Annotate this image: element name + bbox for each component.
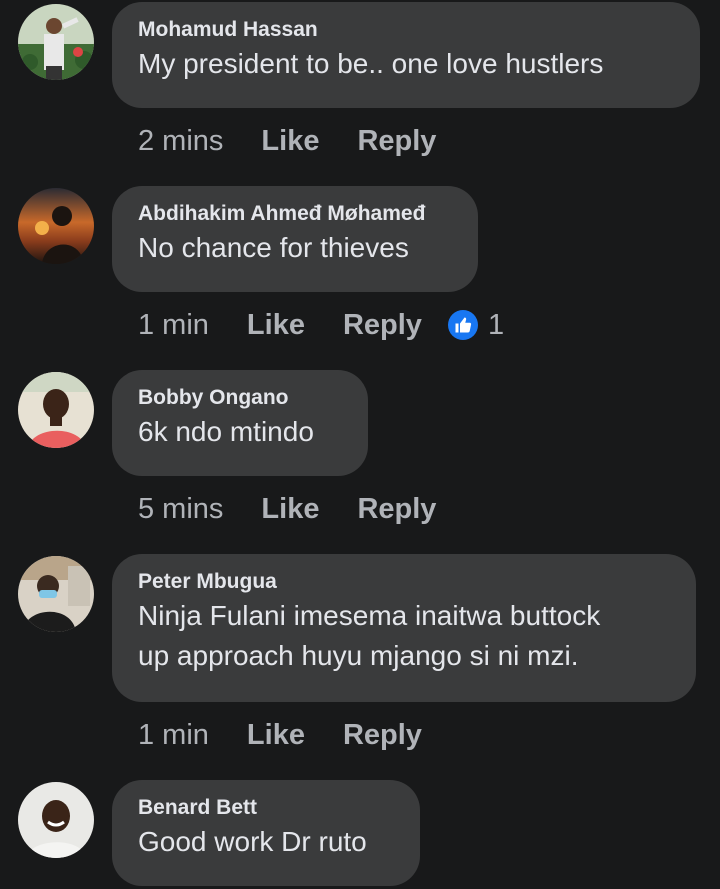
comment-bubble: Bobby Ongano 6k ndo mtindo [112,370,368,476]
comment-timestamp[interactable]: 5 mins [138,493,223,526]
reaction-count: 1 [487,308,505,341]
comment-actions: 2 mins Like Reply [138,121,474,161]
avatar[interactable] [18,782,94,858]
avatar-photo [18,188,94,264]
avatar-photo [18,556,94,632]
comment-text: My president to be.. one love hustlers [138,48,604,79]
comment-actions: 5 mins Like Reply [138,489,474,529]
avatar-photo [18,782,94,858]
thumbs-up-icon [447,310,478,340]
comment-timestamp[interactable]: 1 min [138,719,209,752]
avatar[interactable] [18,556,94,632]
comment-text-line: Ninja Fulani imesema inaitwa buttock [138,600,601,631]
like-button[interactable]: Like [247,309,305,342]
comment-actions: 1 min Like Reply 1 [138,305,504,345]
avatar[interactable] [18,188,94,264]
comment-author[interactable]: Peter Mbugua [138,568,670,596]
like-button[interactable]: Like [247,719,305,752]
comment-author[interactable]: Abdihakim Ahmeđ Møhameđ [138,200,452,228]
comment-bubble: Peter Mbugua Ninja Fulani imesema inaitw… [112,554,696,702]
comment-actions: 1 min Like Reply [138,715,460,755]
reply-button[interactable]: Reply [357,125,436,158]
avatar-photo [18,4,94,80]
reaction-summary[interactable]: 1 [447,308,505,342]
reply-button[interactable]: Reply [357,493,436,526]
comment-text: Good work Dr ruto [138,826,367,857]
comment-author[interactable]: Benard Bett [138,794,394,822]
like-button[interactable]: Like [261,125,319,158]
comment-timestamp[interactable]: 1 min [138,309,209,342]
avatar-photo [18,372,94,448]
comment-author[interactable]: Mohamud Hassan [138,16,674,44]
comment-bubble: Mohamud Hassan My president to be.. one … [112,2,700,108]
comment-text: No chance for thieves [138,232,409,263]
comment-text: 6k ndo mtindo [138,416,314,447]
like-button[interactable]: Like [261,493,319,526]
comment-text-line: up approach huyu mjango si ni mzi. [138,640,579,671]
comment-author[interactable]: Bobby Ongano [138,384,342,412]
comment-bubble: Benard Bett Good work Dr ruto [112,780,420,886]
avatar[interactable] [18,372,94,448]
reply-button[interactable]: Reply [343,309,422,342]
reply-button[interactable]: Reply [343,719,422,752]
comment-bubble: Abdihakim Ahmeđ Møhameđ No chance for th… [112,186,478,292]
comment-timestamp[interactable]: 2 mins [138,125,223,158]
avatar[interactable] [18,4,94,80]
